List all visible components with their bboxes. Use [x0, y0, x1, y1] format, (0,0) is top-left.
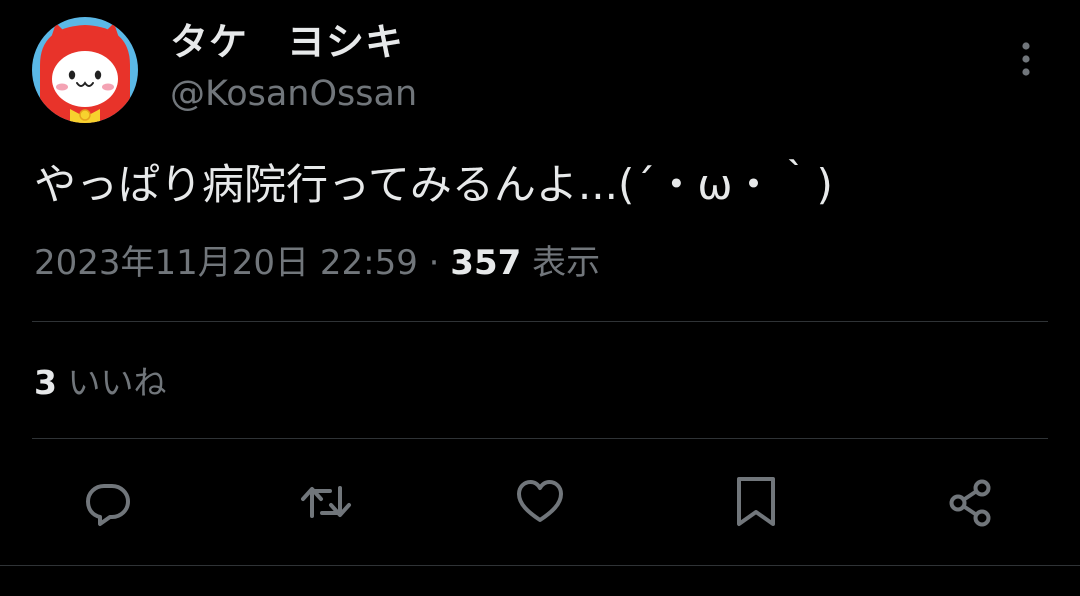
likes-count: 3: [34, 363, 57, 402]
reply-button[interactable]: [80, 474, 136, 530]
tweet-detail: タケ ヨシキ @KosanOssan やっぱり病院行ってみるんよ...(´・ω・…: [0, 0, 1080, 596]
avatar-image: [32, 17, 138, 123]
divider-middle: [32, 438, 1048, 439]
bookmark-button[interactable]: [728, 474, 784, 530]
reply-icon: [86, 484, 130, 526]
likes-stat[interactable]: 3 いいね: [34, 358, 166, 408]
avatar[interactable]: [32, 17, 138, 123]
heart-icon: [517, 480, 563, 522]
divider-top: [32, 321, 1048, 322]
views-count: 357: [450, 243, 522, 283]
share-icon: [949, 479, 991, 527]
divider-bottom: [0, 565, 1080, 566]
bookmark-icon: [737, 477, 775, 526]
like-button[interactable]: [512, 474, 568, 530]
tweet-timestamp[interactable]: 2023年11月20日 22:59: [34, 243, 418, 283]
tweet-meta: 2023年11月20日 22:59 · 357 表示: [34, 238, 600, 288]
more-options-button[interactable]: [1010, 38, 1042, 82]
retweet-button[interactable]: [298, 474, 354, 530]
display-name[interactable]: タケ ヨシキ: [170, 18, 404, 66]
tweet-text: やっぱり病院行ってみるんよ...(´・ω・｀): [34, 160, 833, 209]
share-button[interactable]: [943, 474, 999, 530]
views-label: 表示: [521, 243, 601, 283]
more-vertical-icon: [1022, 42, 1030, 76]
likes-label: いいね: [56, 363, 167, 402]
user-handle[interactable]: @KosanOssan: [170, 70, 417, 118]
meta-separator: ·: [417, 243, 451, 283]
retweet-icon: [301, 486, 351, 518]
